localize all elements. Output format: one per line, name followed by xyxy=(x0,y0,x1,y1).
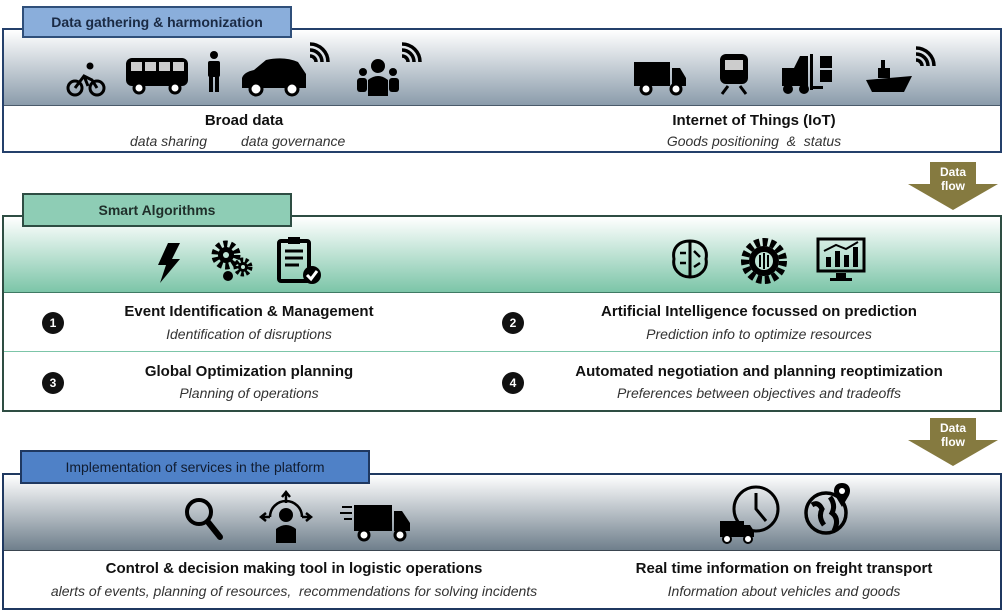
flow-label: Data xyxy=(939,421,966,435)
item-number-badge: 2 xyxy=(502,312,524,334)
wifi-signal-icon xyxy=(915,46,936,67)
flow-label: flow xyxy=(941,435,965,449)
decision-person-icon xyxy=(258,489,314,543)
section-data-gathering: Broad data data sharing data governance … xyxy=(2,28,1002,153)
wifi-signal-icon xyxy=(401,42,422,63)
section-tab-implementation: Implementation of services in the platfo… xyxy=(20,450,370,484)
item-subtitle: Identification of disruptions xyxy=(166,326,332,342)
real-time-info-title: Real time information on freight transpo… xyxy=(635,560,933,577)
forklift-icon xyxy=(782,54,832,94)
globe-location-icon xyxy=(804,483,850,535)
cargo-ship-icon xyxy=(866,60,912,92)
car-icon xyxy=(242,58,306,97)
real-time-info-subtitle: Information about vehicles and goods xyxy=(667,583,901,599)
section-smart-algorithms: 1 Event Identification & Management Iden… xyxy=(2,215,1002,412)
bicycle-icon xyxy=(66,62,106,97)
magnifier-icon xyxy=(185,498,223,540)
gear-circuit-icon xyxy=(741,238,787,284)
clock-truck-icon xyxy=(720,485,780,544)
flow-label: flow xyxy=(941,179,965,193)
control-tool-title: Control & decision making tool in logist… xyxy=(105,560,483,577)
gears-icon xyxy=(211,240,253,281)
analytics-monitor-icon xyxy=(816,237,866,281)
iot-subtitle: Goods positioning & status xyxy=(666,133,842,149)
section-tab-data-gathering: Data gathering & harmonization xyxy=(22,6,292,38)
lightning-icon xyxy=(158,243,180,283)
item-subtitle: Preferences between objectives and trade… xyxy=(616,385,902,401)
item-number-badge: 4 xyxy=(502,372,524,394)
item-number-badge: 1 xyxy=(42,312,64,334)
iot-title: Internet of Things (IoT) xyxy=(672,112,836,129)
brain-circuit-icon xyxy=(672,239,708,279)
checklist-clipboard-icon xyxy=(277,237,321,284)
item-subtitle: Planning of operations xyxy=(179,385,319,401)
item-title: Event Identification & Management xyxy=(124,303,374,320)
train-icon xyxy=(720,54,748,95)
item-title: Global Optimization planning xyxy=(144,363,354,380)
control-tool-subtitle: alerts of events, planning of resources,… xyxy=(50,583,538,599)
data-flow-arrow: Data flow xyxy=(908,418,998,466)
item-title: Artificial Intelligence focussed on pred… xyxy=(601,303,917,320)
fast-delivery-truck-icon xyxy=(340,505,410,542)
people-group-icon xyxy=(357,59,399,96)
item-subtitle: Prediction info to optimize resources xyxy=(646,326,872,342)
item-title: Automated negotiation and planning reopt… xyxy=(575,363,943,380)
row-divider xyxy=(4,351,1000,352)
section-implementation: Control & decision making tool in logist… xyxy=(2,473,1002,610)
wifi-signal-icon xyxy=(309,42,330,63)
bus-icon xyxy=(126,58,188,95)
item-number-badge: 3 xyxy=(42,372,64,394)
person-icon xyxy=(208,51,220,92)
broad-data-title: Broad data xyxy=(204,112,284,129)
section-tab-smart-algorithms: Smart Algorithms xyxy=(22,193,292,227)
data-sharing-label: data sharing xyxy=(130,133,208,149)
delivery-van-icon xyxy=(634,62,686,96)
data-governance-label: data governance xyxy=(241,133,346,149)
flow-label: Data xyxy=(939,165,966,179)
data-flow-arrow: Data flow xyxy=(908,162,998,210)
